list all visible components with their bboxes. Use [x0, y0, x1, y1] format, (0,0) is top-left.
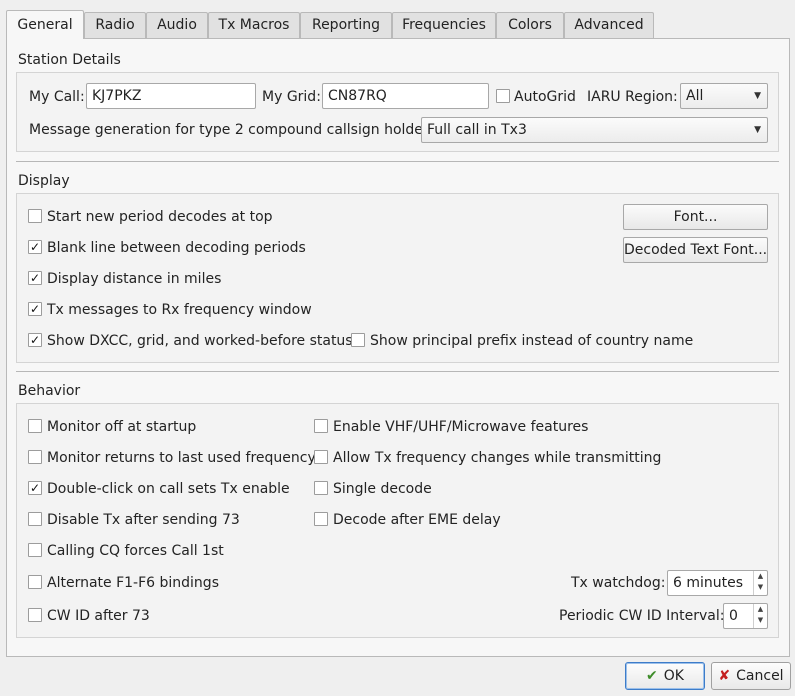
distance-miles-label: Display distance in miles [47, 271, 222, 287]
allow-tx-freq-label: Allow Tx frequency changes while transmi… [333, 450, 662, 466]
double-click-label: Double-click on call sets Tx enable [47, 481, 290, 497]
ok-hand-icon: ✔ [646, 668, 658, 684]
disable-tx-checkbox[interactable] [28, 512, 42, 526]
tx-watchdog-label: Tx watchdog: [571, 575, 666, 591]
single-decode-checkbox[interactable] [314, 481, 328, 495]
tx-to-rx-checkbox[interactable]: ✓ [28, 302, 42, 316]
autogrid-label: AutoGrid [514, 89, 576, 105]
ok-button[interactable]: ✔ OK [625, 662, 705, 690]
font-button[interactable]: Font... [623, 204, 768, 230]
my-grid-label: My Grid: [262, 89, 321, 105]
alt-bindings-checkbox[interactable] [28, 575, 42, 589]
cw-id-checkbox[interactable] [28, 608, 42, 622]
calling-cq-checkbox[interactable] [28, 543, 42, 557]
tx-to-rx-label: Tx messages to Rx frequency window [47, 302, 312, 318]
msg-gen-select[interactable]: Full call in Tx3 ▼ [421, 117, 768, 143]
blank-line-checkbox[interactable]: ✓ [28, 240, 42, 254]
iaru-region-select[interactable]: All ▼ [680, 83, 768, 109]
monitor-off-checkbox[interactable] [28, 419, 42, 433]
spin-arrows-icon[interactable]: ▲ ▼ [753, 604, 767, 628]
display-title: Display [18, 173, 70, 189]
tx-watchdog-value: 6 minutes [673, 575, 744, 591]
calling-cq-label: Calling CQ forces Call 1st [47, 543, 224, 559]
decode-eme-checkbox[interactable] [314, 512, 328, 526]
monitor-off-label: Monitor off at startup [47, 419, 197, 435]
behavior-title: Behavior [18, 383, 81, 399]
cancel-button[interactable]: ✘ Cancel [711, 662, 791, 690]
monitor-returns-checkbox[interactable] [28, 450, 42, 464]
decode-eme-label: Decode after EME delay [333, 512, 501, 528]
decoded-text-font-button[interactable]: Decoded Text Font... [623, 237, 768, 263]
ok-label: OK [663, 668, 684, 684]
autogrid-checkbox[interactable] [496, 89, 510, 103]
station-details-title: Station Details [18, 52, 121, 68]
principal-prefix-checkbox[interactable] [351, 333, 365, 347]
cancel-label: Cancel [736, 668, 784, 684]
show-dxcc-checkbox[interactable]: ✓ [28, 333, 42, 347]
my-call-label: My Call: [29, 89, 85, 105]
single-decode-label: Single decode [333, 481, 432, 497]
msg-gen-label: Message generation for type 2 compound c… [29, 122, 441, 138]
close-icon: ✘ [718, 668, 731, 684]
distance-miles-checkbox[interactable]: ✓ [28, 271, 42, 285]
msg-gen-value: Full call in Tx3 [427, 122, 527, 138]
allow-tx-freq-checkbox[interactable] [314, 450, 328, 464]
iaru-region-value: All [686, 88, 704, 104]
show-dxcc-label: Show DXCC, grid, and worked-before statu… [47, 333, 353, 349]
divider [16, 371, 779, 372]
divider [16, 161, 779, 162]
cw-interval-spinbox[interactable]: 0 ▲ ▼ [723, 603, 768, 629]
cw-interval-value: 0 [729, 608, 738, 624]
my-grid-input[interactable]: CN87RQ [322, 83, 489, 109]
blank-line-label: Blank line between decoding periods [47, 240, 306, 256]
double-click-checkbox[interactable]: ✓ [28, 481, 42, 495]
start-new-period-checkbox[interactable] [28, 209, 42, 223]
tx-watchdog-spinbox[interactable]: 6 minutes ▲ ▼ [667, 570, 768, 596]
alt-bindings-label: Alternate F1-F6 bindings [47, 575, 219, 591]
iaru-region-label: IARU Region: [587, 89, 678, 105]
principal-prefix-label: Show principal prefix instead of country… [370, 333, 694, 349]
chevron-down-icon: ▼ [754, 91, 761, 101]
monitor-returns-label: Monitor returns to last used frequency [47, 450, 316, 466]
disable-tx-label: Disable Tx after sending 73 [47, 512, 240, 528]
vhf-checkbox[interactable] [314, 419, 328, 433]
start-new-period-label: Start new period decodes at top [47, 209, 273, 225]
chevron-down-icon: ▼ [754, 125, 761, 135]
cw-interval-label: Periodic CW ID Interval: [559, 608, 725, 624]
my-call-input[interactable]: KJ7PKZ [86, 83, 256, 109]
spin-arrows-icon[interactable]: ▲ ▼ [753, 571, 767, 595]
cw-id-label: CW ID after 73 [47, 608, 150, 624]
vhf-label: Enable VHF/UHF/Microwave features [333, 419, 589, 435]
